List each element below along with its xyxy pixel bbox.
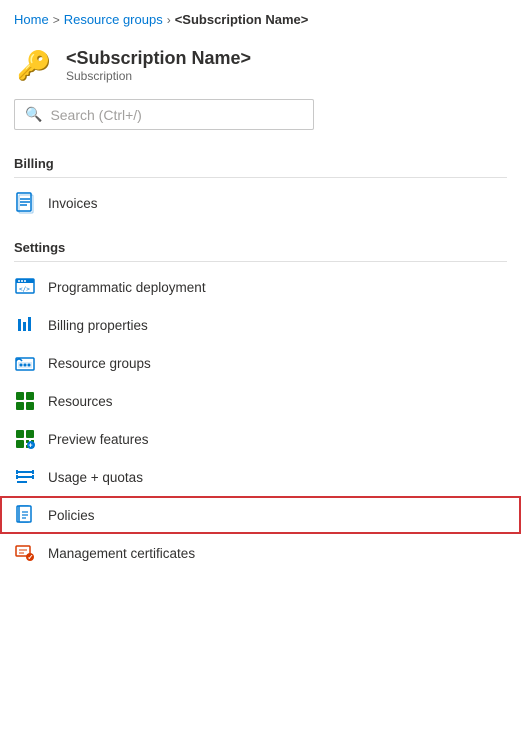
breadcrumb-resource-groups[interactable]: Resource groups: [64, 12, 163, 27]
resources-label: Resources: [48, 394, 113, 409]
usage-quotas-icon: [14, 466, 36, 488]
resource-info: <Subscription Name> Subscription: [66, 48, 251, 83]
resource-groups-icon: [14, 352, 36, 374]
resource-icon: 🔑: [14, 45, 54, 85]
resource-groups-label: Resource groups: [48, 356, 151, 371]
breadcrumb-home[interactable]: Home: [14, 12, 49, 27]
programmatic-deployment-label: Programmatic deployment: [48, 280, 206, 295]
policies-icon: [14, 504, 36, 526]
breadcrumb-sep2: ›: [167, 13, 171, 27]
sidebar-item-preview-features[interactable]: + Preview features: [0, 420, 521, 458]
svg-text:+: +: [29, 443, 33, 450]
programmatic-deployment-icon: </>: [14, 276, 36, 298]
billing-section-header: Billing: [0, 146, 521, 175]
sidebar-item-usage-quotas[interactable]: Usage + quotas: [0, 458, 521, 496]
search-box[interactable]: 🔍 Search (Ctrl+/): [14, 99, 314, 130]
sidebar-item-policies[interactable]: Policies: [0, 496, 521, 534]
svg-text:</>: </>: [19, 286, 30, 293]
search-icon: 🔍: [25, 106, 42, 123]
usage-quotas-label: Usage + quotas: [48, 470, 143, 485]
resources-icon: [14, 390, 36, 412]
settings-divider: [14, 261, 507, 262]
settings-section-header: Settings: [0, 230, 521, 259]
search-input[interactable]: Search (Ctrl+/): [50, 107, 141, 123]
preview-features-label: Preview features: [48, 432, 149, 447]
resource-title: <Subscription Name>: [66, 48, 251, 69]
management-certificates-icon: ✓: [14, 542, 36, 564]
preview-features-icon: +: [14, 428, 36, 450]
resource-header: 🔑 <Subscription Name> Subscription: [0, 37, 521, 99]
sidebar-item-billing-properties[interactable]: Billing properties: [0, 306, 521, 344]
sidebar-item-invoices[interactable]: Invoices: [0, 184, 521, 222]
svg-text:✓: ✓: [28, 555, 34, 562]
billing-properties-icon: [14, 314, 36, 336]
sidebar-item-resource-groups[interactable]: Resource groups: [0, 344, 521, 382]
invoices-icon: [14, 192, 36, 214]
policies-label: Policies: [48, 508, 95, 523]
management-certificates-label: Management certificates: [48, 546, 195, 561]
breadcrumb-sep1: >: [53, 13, 60, 27]
breadcrumb: Home > Resource groups › <Subscription N…: [0, 0, 521, 37]
resource-subtitle: Subscription: [66, 69, 251, 83]
billing-properties-label: Billing properties: [48, 318, 148, 333]
sidebar-item-management-certificates[interactable]: ✓ Management certificates: [0, 534, 521, 572]
sidebar-item-resources[interactable]: Resources: [0, 382, 521, 420]
billing-divider: [14, 177, 507, 178]
sidebar-item-programmatic-deployment[interactable]: </> Programmatic deployment: [0, 268, 521, 306]
invoices-label: Invoices: [48, 196, 98, 211]
breadcrumb-current: <Subscription Name>: [175, 12, 309, 27]
search-container: 🔍 Search (Ctrl+/): [0, 99, 521, 146]
